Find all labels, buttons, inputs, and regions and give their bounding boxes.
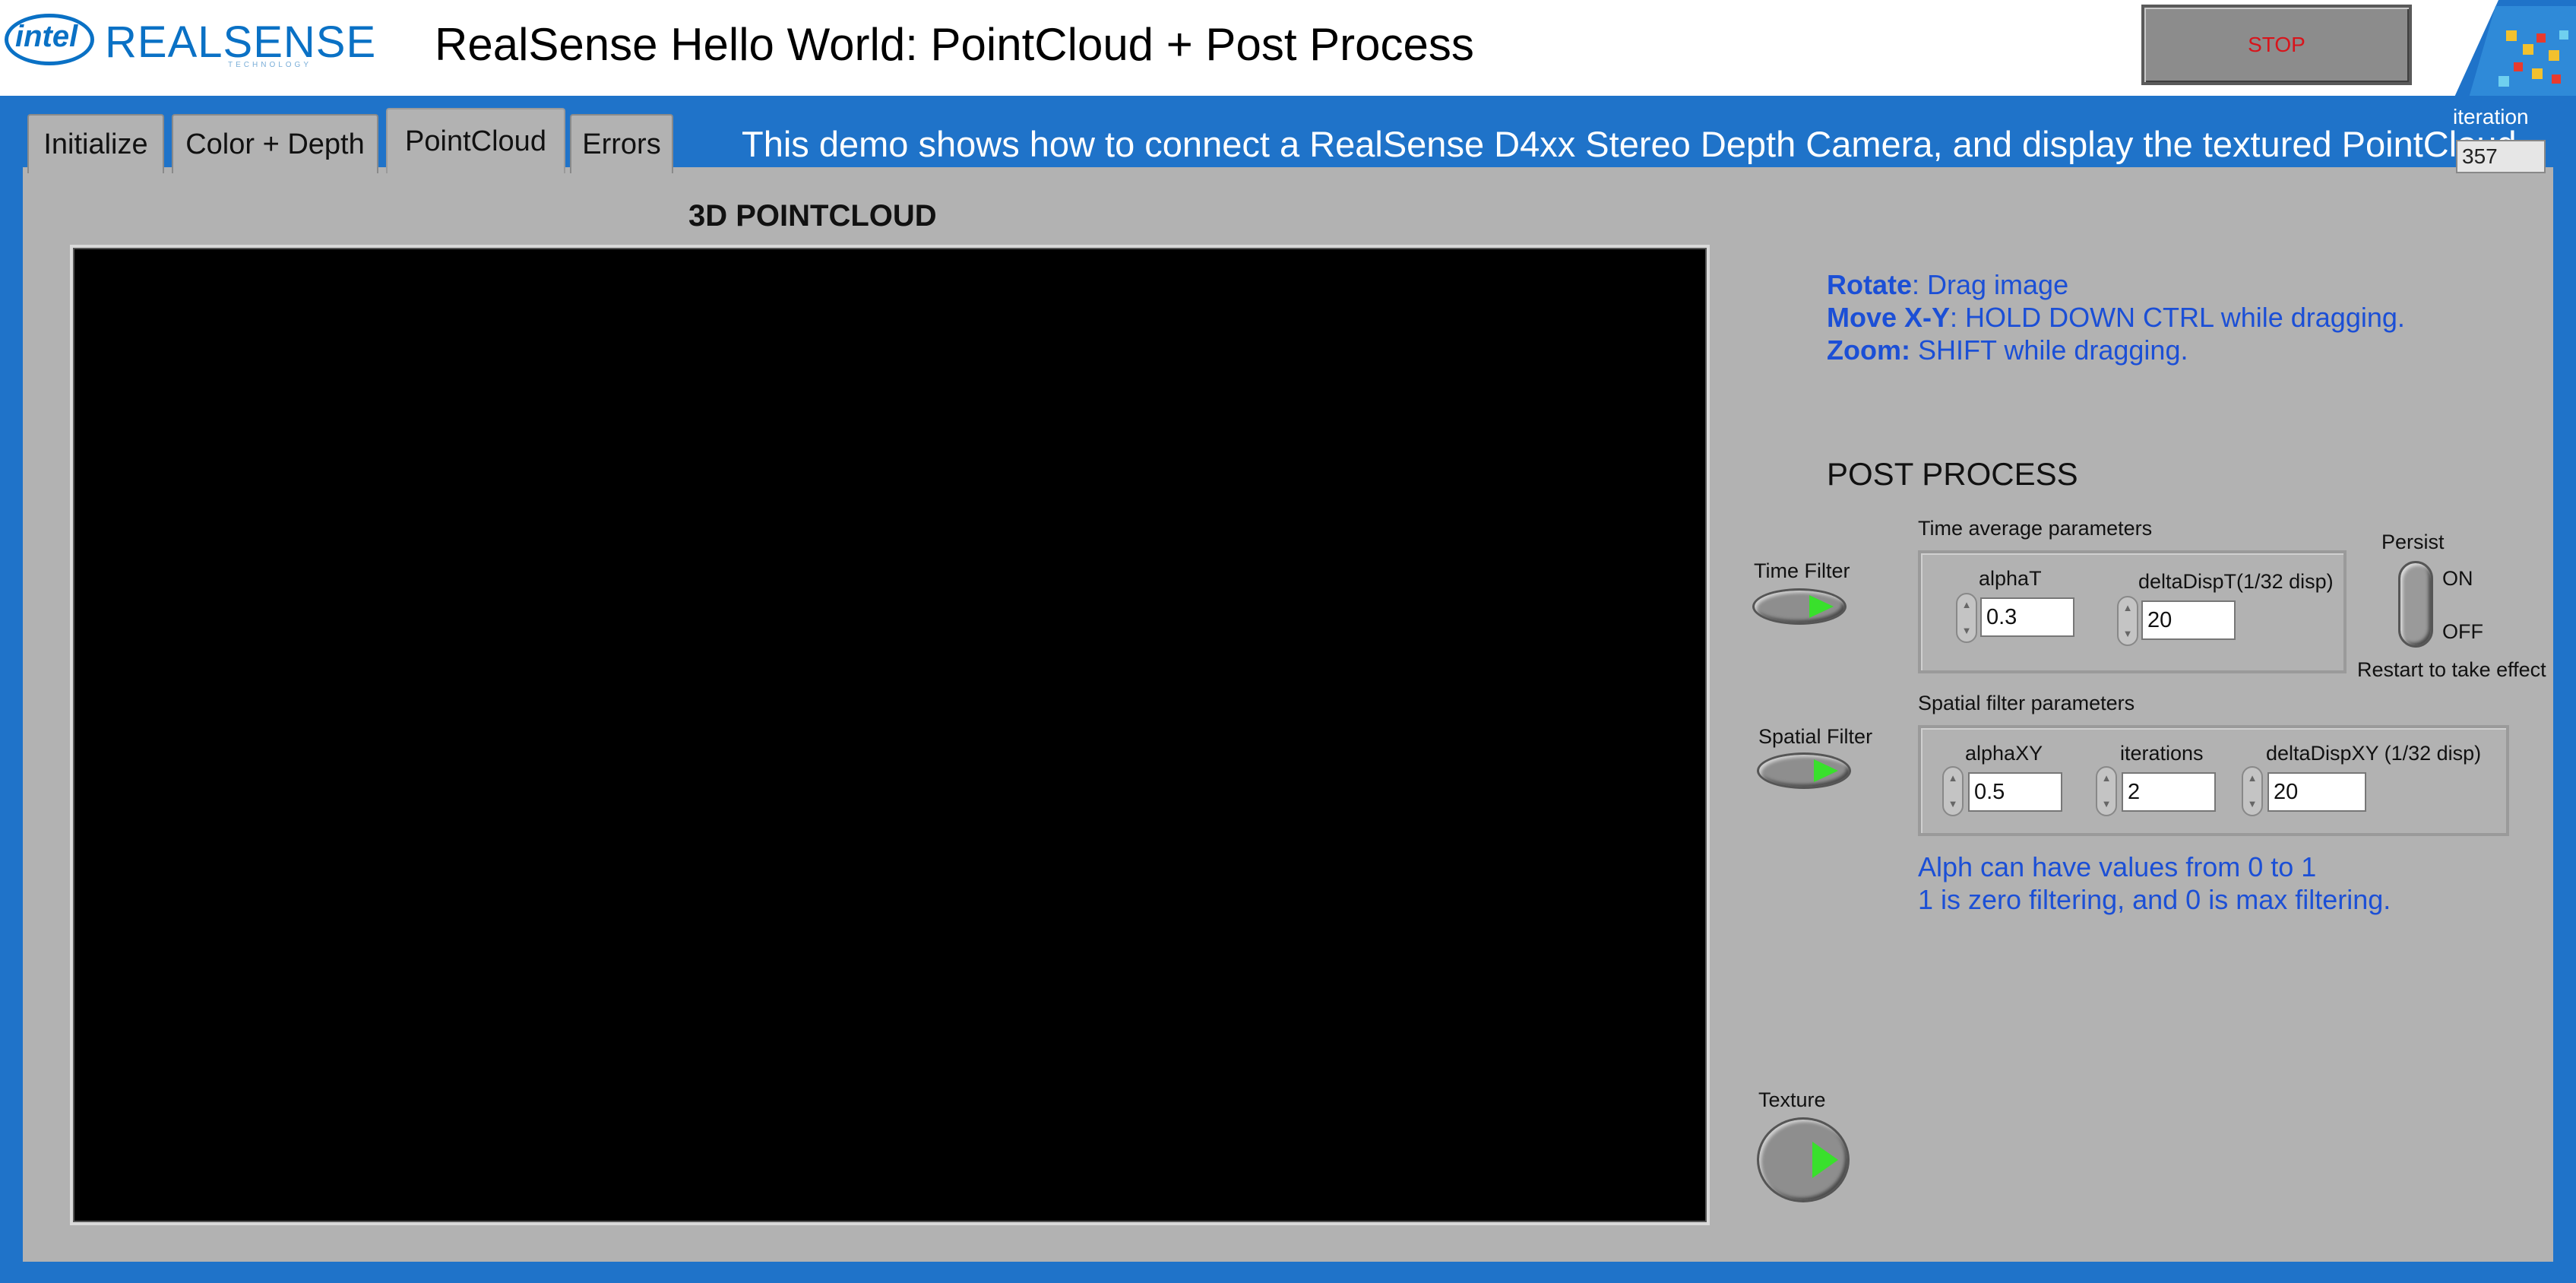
tab-errors[interactable]: Errors [570,114,673,173]
deltaDispT-input[interactable]: 20 [2141,600,2236,640]
alphaXY-spinner[interactable]: ▲ ▼ [1942,766,1964,816]
tab-pointcloud-label: PointCloud [405,125,546,157]
iterations-spinner[interactable]: ▲ ▼ [2096,766,2117,816]
tab-color-depth[interactable]: Color + Depth [172,114,378,173]
iteration-label: iteration [2453,105,2529,128]
app-title: RealSense Hello World: PointCloud + Post… [435,19,1474,70]
alphaT-input[interactable]: 0.3 [1980,597,2074,637]
help-zoom: Zoom: SHIFT while dragging. [1827,334,2188,366]
alphaT-spinner[interactable]: ▲ ▼ [1956,593,1977,643]
help-zoom-text: SHIFT while dragging. [1910,334,2188,366]
iterations-label: iterations [2120,742,2204,765]
stop-button[interactable]: STOP [2141,5,2412,85]
texture-label: Texture [1758,1088,1826,1111]
deltaDispXY-label: deltaDispXY (1/32 disp) [2266,742,2482,765]
help-rotate-text: : Drag image [1912,269,2069,300]
spin-up-icon: ▲ [2101,772,2112,784]
deltaDispT-label: deltaDispT(1/32 disp) [2138,570,2334,593]
iteration-indicator: 357 [2456,140,2546,173]
pointcloud-title: 3D POINTCLOUD [688,199,937,233]
pointcloud-display[interactable] [70,245,1710,1225]
demo-description: This demo shows how to connect a RealSen… [742,124,2527,164]
help-move-key: Move X-Y [1827,302,1951,333]
tab-pointcloud[interactable]: PointCloud [386,108,565,173]
intel-logo-text: intel [15,20,78,53]
spin-up-icon: ▲ [1961,599,1972,610]
spin-down-icon: ▼ [1961,625,1972,636]
alphaT-label: alphaT [1979,567,2042,590]
technology-logo-text: TECHNOLOGY [228,61,312,69]
help-move-text: : HOLD DOWN CTRL while dragging. [1950,302,2405,333]
time-average-label: Time average parameters [1918,517,2153,540]
persist-off-label: OFF [2442,620,2483,643]
alphaXY-input[interactable]: 0.5 [1968,772,2062,812]
spin-up-icon: ▲ [1948,772,1958,784]
help-rotate: Rotate: Drag image [1827,269,2068,301]
alphaXY-label: alphaXY [1965,742,2043,765]
texture-toggle[interactable] [1757,1117,1850,1202]
deltaDispXY-input[interactable]: 20 [2267,772,2366,812]
realsense-logo-text: REALSENSE [105,17,377,67]
persist-label: Persist [2381,531,2445,553]
persist-switch[interactable] [2398,561,2433,648]
tab-initialize[interactable]: Initialize [27,114,164,173]
help-zoom-key: Zoom: [1827,334,1910,366]
deltaDispT-spinner[interactable]: ▲ ▼ [2117,596,2138,646]
corner-decoration-icon [2453,0,2576,100]
spin-up-icon: ▲ [2247,772,2258,784]
alpha-note-line2: 1 is zero filtering, and 0 is max filter… [1918,884,2391,915]
persist-on-label: ON [2442,567,2473,590]
tab-initialize-label: Initialize [43,128,148,160]
post-process-title: POST PROCESS [1827,456,2078,492]
alpha-note-line1: Alph can have values from 0 to 1 [1918,851,2317,882]
spatial-filter-label: Spatial Filter [1758,725,1873,748]
play-icon [1814,759,1838,782]
spatial-filter-toggle[interactable] [1757,752,1851,789]
play-icon [1809,595,1834,618]
spin-down-icon: ▼ [2122,628,2133,639]
time-filter-toggle[interactable] [1752,588,1847,625]
spin-down-icon: ▼ [2247,798,2258,809]
deltaDispXY-spinner[interactable]: ▲ ▼ [2242,766,2263,816]
help-rotate-key: Rotate [1827,269,1913,300]
persist-note: Restart to take effect [2357,658,2546,681]
spin-down-icon: ▼ [1948,798,1958,809]
time-filter-label: Time Filter [1754,559,1850,582]
tab-errors-label: Errors [582,128,661,160]
realsense-logo: intel REALSENSE TECHNOLOGY [0,0,375,82]
stop-button-label: STOP [2248,33,2305,56]
spin-down-icon: ▼ [2101,798,2112,809]
play-icon [1812,1142,1838,1178]
spin-up-icon: ▲ [2122,602,2133,613]
iterations-input[interactable]: 2 [2122,772,2216,812]
help-move: Move X-Y: HOLD DOWN CTRL while dragging. [1827,302,2405,334]
spatial-params-label: Spatial filter parameters [1918,692,2135,714]
tab-color-depth-label: Color + Depth [185,128,365,160]
